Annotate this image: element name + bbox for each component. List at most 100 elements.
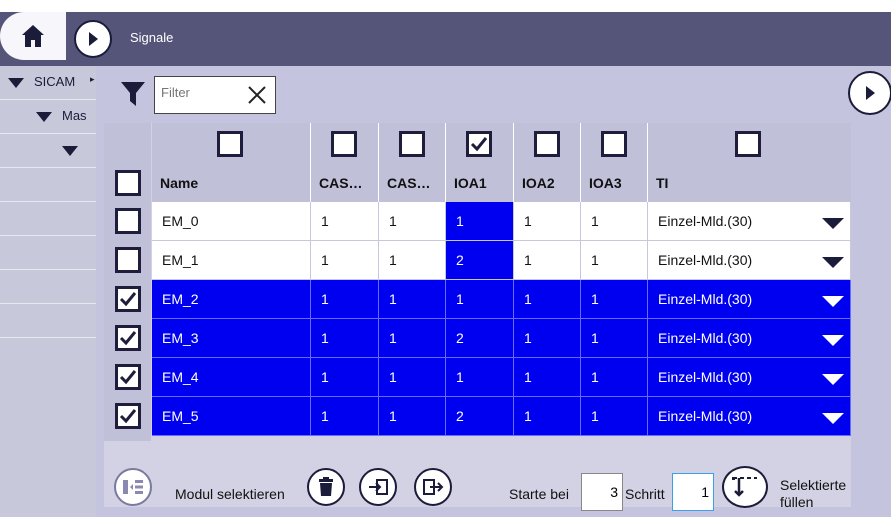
cell-ti[interactable]: Einzel-Mld.(30) [648,280,851,319]
dropdown-triangle-icon[interactable] [822,335,844,346]
column-header-cas2[interactable]: CAS… [379,123,446,202]
cell-cas1[interactable]: 1 [311,241,379,280]
cell-name[interactable]: EM_5 [152,397,311,436]
cell-ioa2[interactable]: 1 [514,241,581,280]
cell-ioa2[interactable]: 1 [514,358,581,397]
expand-triangle-icon[interactable] [36,112,52,122]
cell-ioa3[interactable]: 1 [581,202,648,241]
column-checkbox[interactable] [331,131,357,157]
dropdown-triangle-icon[interactable] [822,296,844,307]
row-checkbox[interactable] [115,364,141,390]
tree-item-mas[interactable]: Mas [0,100,96,134]
table-row[interactable]: EM_4 1 1 1 1 1 Einzel-Mld.(30) [104,358,851,397]
import-icon [369,479,388,495]
cell-cas2[interactable]: 1 [379,397,446,436]
cell-ti[interactable]: Einzel-Mld.(30) [648,202,851,241]
import-button[interactable] [359,468,397,506]
cell-cas2[interactable]: 1 [379,319,446,358]
cell-ioa1[interactable]: 2 [446,241,514,280]
column-checkbox[interactable] [466,131,492,157]
cell-ioa1[interactable]: 1 [446,358,514,397]
cell-cas1[interactable]: 1 [311,358,379,397]
cell-name[interactable]: EM_2 [152,280,311,319]
column-checkbox[interactable] [534,131,560,157]
column-header-name[interactable]: Name [152,123,311,202]
column-header-ioa1[interactable]: IOA1 [446,123,514,202]
expand-triangle-icon[interactable] [8,78,24,88]
cell-ioa3[interactable]: 1 [581,280,648,319]
dropdown-triangle-icon[interactable] [822,374,844,385]
dropdown-triangle-icon[interactable] [822,257,844,268]
cell-ti[interactable]: Einzel-Mld.(30) [648,319,851,358]
close-icon[interactable] [247,85,267,105]
cell-cas2[interactable]: 1 [379,280,446,319]
cell-ioa2[interactable]: 1 [514,280,581,319]
cell-ioa1[interactable]: 1 [446,280,514,319]
cell-cas1[interactable]: 1 [311,202,379,241]
column-checkbox[interactable] [601,131,627,157]
table-row[interactable]: EM_3 1 1 2 1 1 Einzel-Mld.(30) [104,319,851,358]
row-checkbox[interactable] [115,286,141,312]
export-button[interactable] [414,468,452,506]
filter-input[interactable] [161,85,241,100]
cell-ioa1[interactable]: 2 [446,319,514,358]
cell-ti[interactable]: Einzel-Mld.(30) [648,397,851,436]
column-header-ti[interactable]: TI [648,123,851,202]
cell-name[interactable]: EM_0 [152,202,311,241]
cell-ioa3[interactable]: 1 [581,241,648,280]
column-header-ioa2[interactable]: IOA2 [514,123,581,202]
cell-ioa3[interactable]: 1 [581,319,648,358]
cell-ti[interactable]: Einzel-Mld.(30) [648,241,851,280]
cell-ioa1[interactable]: 1 [446,202,514,241]
column-header-cas1[interactable]: CAS… [311,123,379,202]
cell-cas2[interactable]: 1 [379,202,446,241]
next-page-button[interactable] [848,71,891,115]
home-button[interactable] [0,12,66,60]
dropdown-triangle-icon[interactable] [822,413,844,424]
column-checkbox[interactable] [399,131,425,157]
table-row[interactable]: EM_2 1 1 1 1 1 Einzel-Mld.(30) [104,280,851,319]
cell-cas1[interactable]: 1 [311,319,379,358]
tree-item-sicam[interactable]: SICAM ▸ [0,66,96,100]
filter-field[interactable] [154,76,276,114]
delete-button[interactable] [307,468,345,506]
bottom-toolbar: Modul selektieren Starte bei 3 Schritt 1… [96,462,891,517]
row-checkbox[interactable] [115,247,141,273]
table-row[interactable]: EM_1 1 1 2 1 1 Einzel-Mld.(30) [104,241,851,280]
dropdown-triangle-icon[interactable] [822,218,844,229]
column-checkbox[interactable] [217,131,243,157]
cell-cas1-value: 1 [321,291,329,307]
cell-ioa2[interactable]: 1 [514,202,581,241]
row-checkbox[interactable] [115,325,141,351]
cell-name[interactable]: EM_4 [152,358,311,397]
fill-selected-button[interactable] [722,466,768,508]
cell-cas2[interactable]: 1 [379,358,446,397]
forward-button[interactable] [74,20,112,58]
column-header-ioa3[interactable]: IOA3 [581,123,648,202]
table-row[interactable]: EM_5 1 1 2 1 1 Einzel-Mld.(30) [104,397,851,436]
cell-ioa3[interactable]: 1 [581,358,648,397]
cell-ioa2[interactable]: 1 [514,397,581,436]
cell-cas1[interactable]: 1 [311,397,379,436]
select-all-checkbox[interactable] [115,170,141,196]
cell-cas1[interactable]: 1 [311,280,379,319]
tree-item-sub[interactable] [0,134,96,168]
row-checkbox[interactable] [115,208,141,234]
column-checkbox[interactable] [735,131,761,157]
module-select-button[interactable] [114,468,152,506]
start-input[interactable]: 3 [581,473,623,511]
cell-ti[interactable]: Einzel-Mld.(30) [648,358,851,397]
cell-cas1-value: 1 [321,252,329,268]
cell-ioa1[interactable]: 2 [446,397,514,436]
table-row[interactable]: EM_0 1 1 1 1 1 Einzel-Mld.(30) [104,202,851,241]
step-input[interactable]: 1 [672,473,714,511]
cell-ioa2[interactable]: 1 [514,319,581,358]
cell-name[interactable]: EM_1 [152,241,311,280]
cell-cas2[interactable]: 1 [379,241,446,280]
filter-icon[interactable] [120,80,146,108]
cell-name[interactable]: EM_3 [152,319,311,358]
cell-ioa3[interactable]: 1 [581,397,648,436]
expand-triangle-icon[interactable] [62,146,78,156]
tree-item-label: Mas [62,108,87,123]
row-checkbox[interactable] [115,403,141,429]
